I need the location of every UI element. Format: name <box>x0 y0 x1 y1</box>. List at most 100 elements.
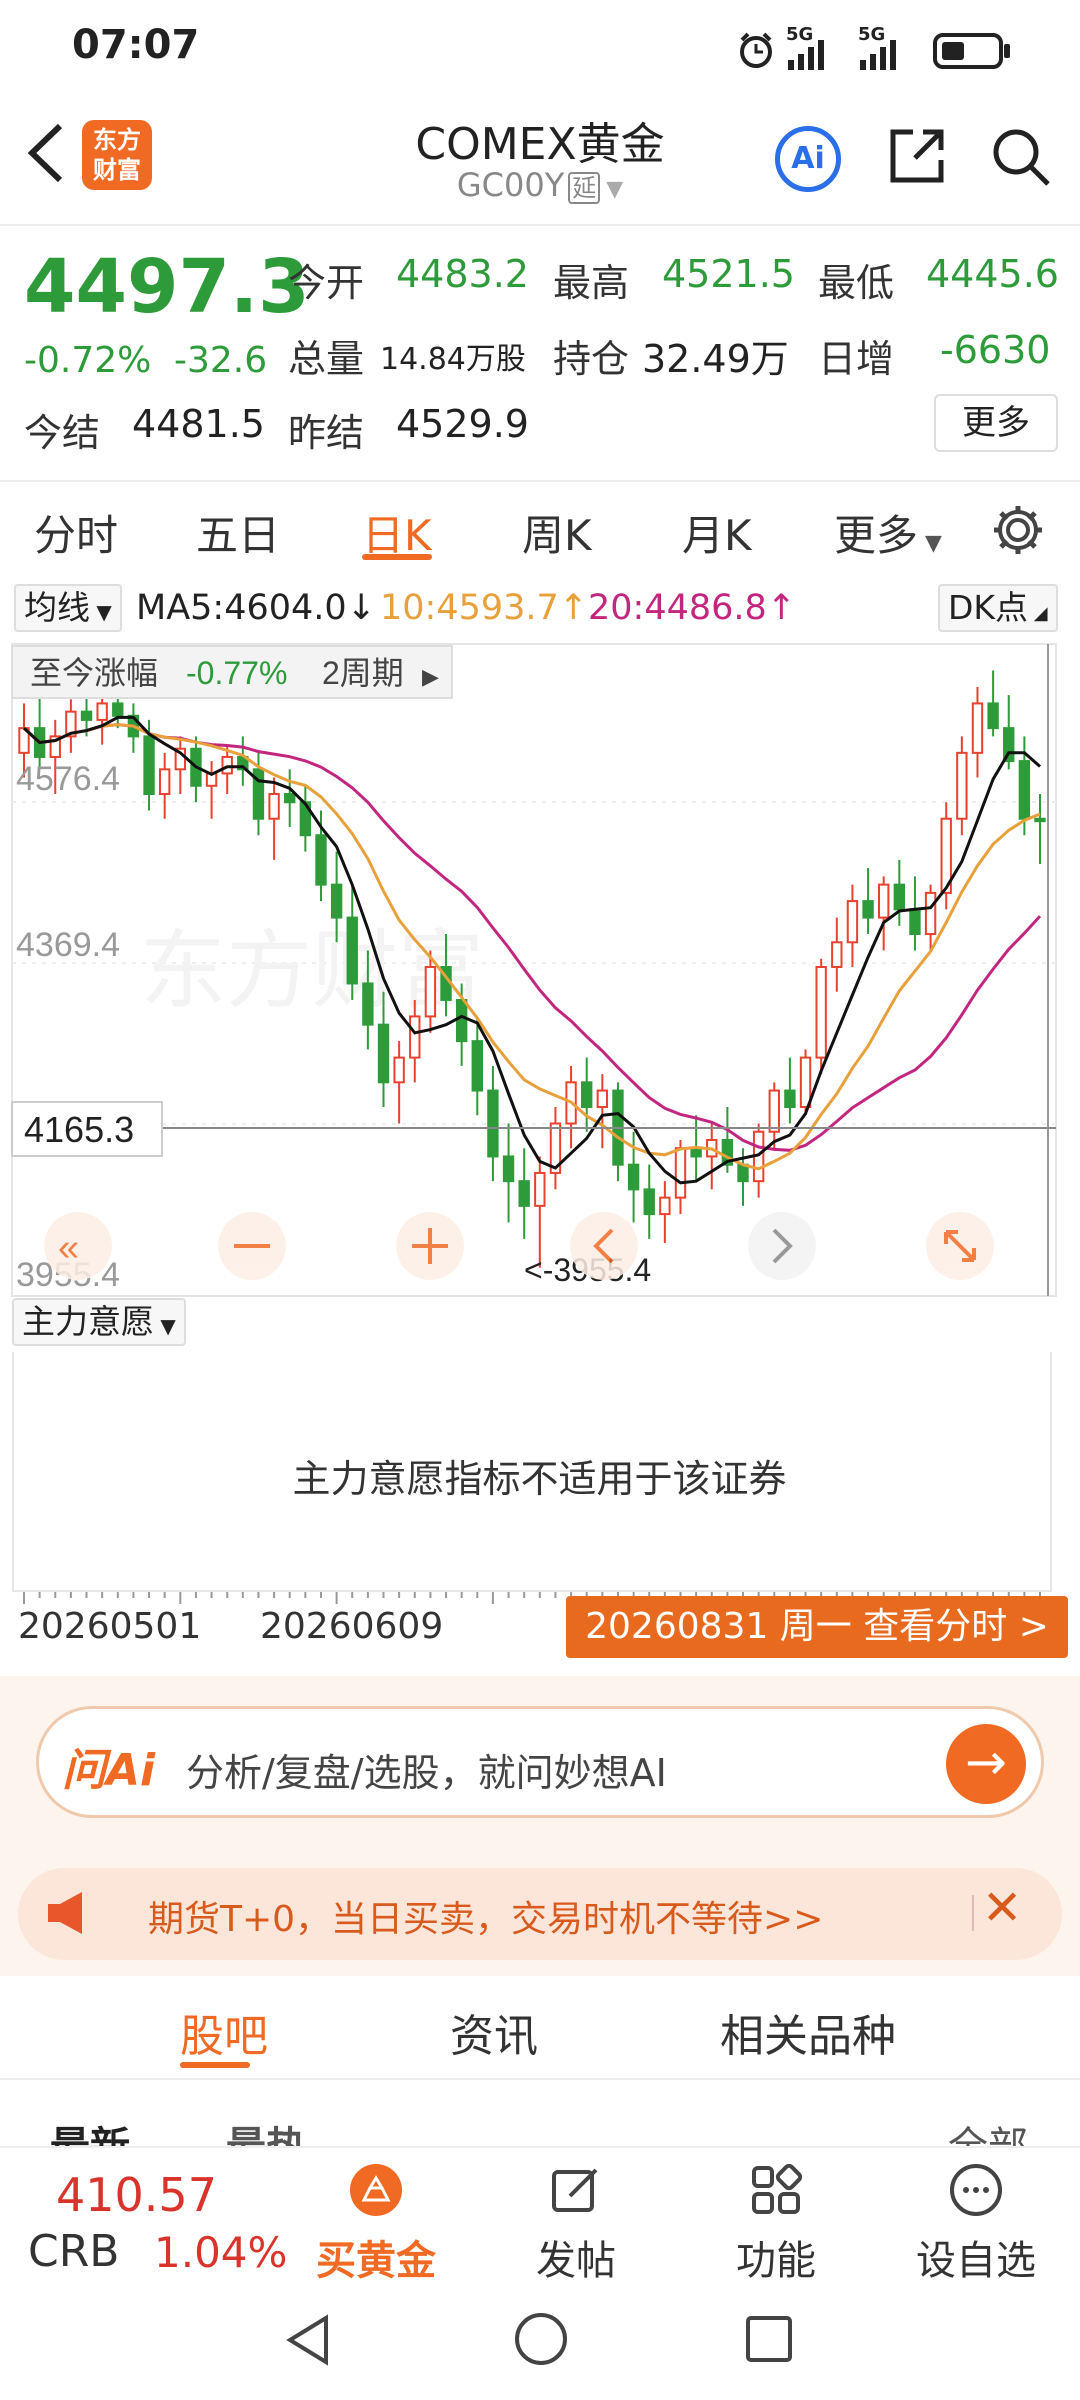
dk-label: DK点 <box>948 588 1029 627</box>
tab-intraday[interactable]: 分时 <box>34 502 118 563</box>
candle-body <box>284 793 296 804</box>
buy-gold-label: 买黄金 <box>316 2238 436 2284</box>
view-intraday-badge[interactable]: 20260831 周一 查看分时 > <box>566 1596 1068 1658</box>
logo-line-1: 东方 <box>93 126 141 154</box>
candle-body <box>878 883 890 919</box>
change-value: -32.6 <box>174 340 268 381</box>
candle-body <box>784 1089 796 1109</box>
tab-related[interactable]: 相关品种 <box>720 2000 896 2064</box>
ma5-legend: MA5:4604.0↓ <box>136 588 376 628</box>
open-interest-label: 持仓 <box>553 337 630 381</box>
candle-body <box>112 702 124 717</box>
post-button[interactable]: 发帖 <box>506 2162 646 2286</box>
candle-body <box>815 966 827 1059</box>
candle-body <box>956 751 968 820</box>
prev-settle-label: 昨结 <box>288 411 365 455</box>
feed-sort-row: 最新 最热 全部 <box>0 2082 1080 2152</box>
candle-body <box>643 1188 655 1216</box>
tab-news[interactable]: 资讯 <box>450 2000 538 2064</box>
add-watchlist-button[interactable]: 设自选 <box>906 2162 1046 2286</box>
crb-percent[interactable]: 1.04% <box>154 2228 287 2277</box>
candle-body <box>96 702 108 721</box>
candle-body <box>893 883 906 911</box>
search-icon[interactable] <box>988 124 1052 188</box>
volume-value: 14.84万股 <box>380 342 526 377</box>
tab-monthly-k[interactable]: 月K <box>682 502 752 563</box>
content-tabs: 股吧 资讯 相关品种 <box>0 1976 1080 2080</box>
functions-button[interactable]: 功能 <box>706 2162 846 2286</box>
tab-forum[interactable]: 股吧 <box>180 2000 268 2064</box>
tab-five-day[interactable]: 五日 <box>196 502 280 563</box>
nav-back-icon[interactable] <box>282 2312 334 2368</box>
grid-icon <box>752 2163 803 2214</box>
caret-down-icon: ▼ <box>90 600 112 624</box>
ma-type-label: 均线 <box>24 588 90 627</box>
signal-icon <box>788 40 824 70</box>
status-bar: 07:07 5G 5G <box>0 0 1080 100</box>
back-button[interactable] <box>20 118 80 198</box>
candlestick-chart[interactable]: 东方财富 至今涨幅 -0.77% 2周期 ▶ 4576.4 4369.4 395… <box>0 640 1080 1300</box>
range-value: -0.77% <box>186 655 287 691</box>
contract-code[interactable]: GC00Y 延 ▼ <box>300 166 780 204</box>
settle-label: 今结 <box>24 411 101 455</box>
post-label: 发帖 <box>536 2238 616 2284</box>
candle-body <box>455 998 468 1043</box>
candle-body <box>831 941 843 968</box>
candle-body <box>924 891 937 936</box>
indicator-message: 主力意愿指标不适用于该证券 <box>292 1457 787 1501</box>
caret-down-icon: ▼ <box>154 1314 176 1338</box>
tab-weekly-k[interactable]: 周K <box>522 502 592 563</box>
gear-icon[interactable] <box>988 500 1048 560</box>
close-icon[interactable]: ✕ <box>982 1880 1022 1936</box>
candle-body <box>80 710 93 721</box>
ma10-legend: 10:4593.7↑ <box>380 588 588 628</box>
more-quote-button[interactable]: 更多 <box>934 394 1058 452</box>
code-label: GC00Y <box>456 166 565 204</box>
candle-body <box>987 702 999 730</box>
dk-point-select[interactable]: DK点 ◢ <box>938 584 1058 632</box>
battery-icon <box>933 33 1010 69</box>
clock: 07:07 <box>72 22 200 68</box>
ma-type-select[interactable]: 均线 ▼ <box>14 584 122 632</box>
last-price: 4497.3 <box>24 244 310 330</box>
buy-gold-button[interactable]: 买黄金 <box>306 2162 446 2286</box>
volume-label: 总量 <box>288 337 365 381</box>
ma10-arrow: ↑ <box>558 588 589 628</box>
crb-name[interactable]: CRB <box>28 2226 119 2277</box>
candle-body <box>330 883 343 919</box>
candle-body <box>596 1089 609 1109</box>
high-value: 4521.5 <box>662 252 795 296</box>
share-icon[interactable] <box>885 124 947 186</box>
page-title: COMEX黄金 <box>415 119 665 170</box>
candle-body <box>502 1155 515 1183</box>
candle-body <box>377 1023 390 1084</box>
tab-more-label: 更多 <box>834 511 919 560</box>
candle-body <box>221 755 233 775</box>
ai-logo: 问Ai <box>62 1745 156 1796</box>
candle-body <box>581 1081 593 1109</box>
candle-body <box>909 908 921 936</box>
functions-label: 功能 <box>736 2238 816 2284</box>
next-button[interactable] <box>748 1212 816 1280</box>
logo-line-2: 财富 <box>93 156 141 184</box>
ai-go-button[interactable]: → <box>946 1724 1026 1804</box>
divider <box>972 1895 974 1931</box>
ma-legend-row: 均线 ▼ MA5:4604.0↓ 10:4593.7↑ 20:4486.8↑ D… <box>0 580 1080 640</box>
ma20-value: 20:4486.8 <box>588 588 767 628</box>
gold-icon <box>350 2164 402 2216</box>
candle-body <box>1018 760 1031 820</box>
tab-more[interactable]: 更多 ▼ <box>834 502 942 563</box>
settle-value: 4481.5 <box>132 402 265 446</box>
crb-value[interactable]: 410.57 <box>56 2168 217 2222</box>
nav-recents-icon[interactable] <box>742 2312 796 2366</box>
high-label: 最高 <box>553 261 630 305</box>
promo-text: 期货T+0，当日买卖，交易时机不等待>> <box>148 1899 824 1940</box>
y-tick-label: 4576.4 <box>16 760 120 798</box>
indicator-select[interactable]: 主力意愿 ▼ <box>12 1298 186 1346</box>
candle-body <box>737 1163 749 1183</box>
prev-button[interactable] <box>570 1212 638 1280</box>
ai-button[interactable]: Ai <box>775 126 841 192</box>
candle-body <box>315 834 327 886</box>
candle-body <box>487 1089 499 1158</box>
nav-home-icon[interactable] <box>512 2310 570 2368</box>
